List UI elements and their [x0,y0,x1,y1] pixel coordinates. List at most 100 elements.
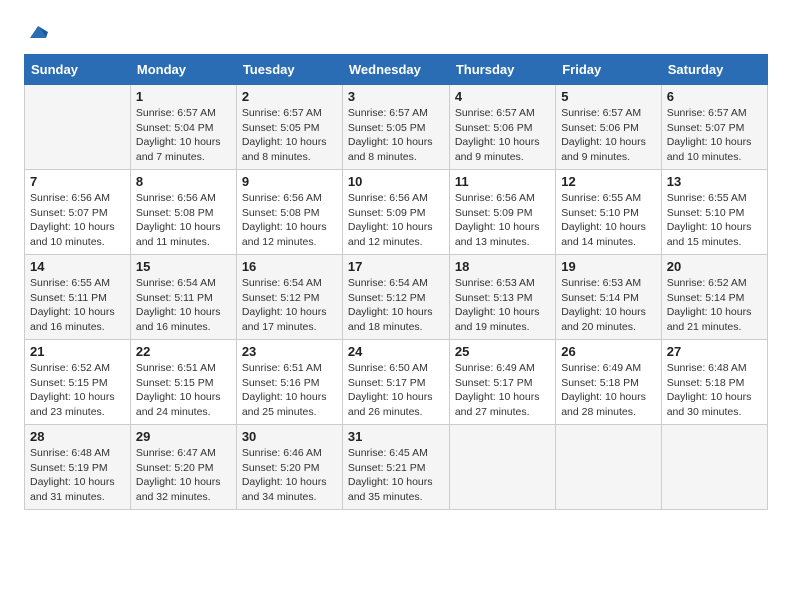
day-cell: 29 Sunrise: 6:47 AM Sunset: 5:20 PM Dayli… [130,425,236,510]
day-info: Sunrise: 6:54 AM Sunset: 5:12 PM Dayligh… [242,276,337,335]
day-cell: 28 Sunrise: 6:48 AM Sunset: 5:19 PM Dayli… [25,425,131,510]
day-number: 2 [242,89,337,104]
day-cell: 1 Sunrise: 6:57 AM Sunset: 5:04 PM Daylig… [130,85,236,170]
page-container: Sunday Monday Tuesday Wednesday Thursday… [24,20,768,510]
day-cell: 18 Sunrise: 6:53 AM Sunset: 5:13 PM Dayli… [449,255,555,340]
day-cell: 2 Sunrise: 6:57 AM Sunset: 5:05 PM Daylig… [236,85,342,170]
day-info: Sunrise: 6:56 AM Sunset: 5:08 PM Dayligh… [242,191,337,250]
day-cell: 9 Sunrise: 6:56 AM Sunset: 5:08 PM Daylig… [236,170,342,255]
day-info: Sunrise: 6:56 AM Sunset: 5:09 PM Dayligh… [348,191,444,250]
day-cell: 25Sunrise: 6:49 AM Sunset: 5:17 PM Dayli… [449,340,555,425]
day-cell: 20 Sunrise: 6:52 AM Sunset: 5:14 PM Dayli… [661,255,767,340]
day-number: 7 [30,174,125,189]
week-row-3: 14Sunrise: 6:55 AM Sunset: 5:11 PM Dayli… [25,255,768,340]
day-cell: 17 Sunrise: 6:54 AM Sunset: 5:12 PM Dayli… [342,255,449,340]
day-number: 25 [455,344,550,359]
day-cell: 26 Sunrise: 6:49 AM Sunset: 5:18 PM Dayli… [556,340,662,425]
day-cell: 22 Sunrise: 6:51 AM Sunset: 5:15 PM Dayli… [130,340,236,425]
day-cell [449,425,555,510]
calendar-table: Sunday Monday Tuesday Wednesday Thursday… [24,54,768,510]
day-number: 9 [242,174,337,189]
day-cell [661,425,767,510]
day-info: Sunrise: 6:53 AM Sunset: 5:13 PM Dayligh… [455,276,550,335]
day-number: 22 [136,344,231,359]
day-info: Sunrise: 6:48 AM Sunset: 5:19 PM Dayligh… [30,446,125,505]
day-cell: 30 Sunrise: 6:46 AM Sunset: 5:20 PM Dayli… [236,425,342,510]
logo-text [24,20,50,44]
day-number: 28 [30,429,125,444]
day-info: Sunrise: 6:47 AM Sunset: 5:20 PM Dayligh… [136,446,231,505]
col-friday: Friday [556,55,662,85]
day-info: Sunrise: 6:56 AM Sunset: 5:07 PM Dayligh… [30,191,125,250]
day-number: 29 [136,429,231,444]
day-info: Sunrise: 6:55 AM Sunset: 5:11 PM Dayligh… [30,276,125,335]
day-cell: 15Sunrise: 6:54 AM Sunset: 5:11 PM Dayli… [130,255,236,340]
day-cell: 3 Sunrise: 6:57 AM Sunset: 5:05 PM Daylig… [342,85,449,170]
day-info: Sunrise: 6:46 AM Sunset: 5:20 PM Dayligh… [242,446,337,505]
day-info: Sunrise: 6:55 AM Sunset: 5:10 PM Dayligh… [667,191,762,250]
day-info: Sunrise: 6:48 AM Sunset: 5:18 PM Dayligh… [667,361,762,420]
day-cell [556,425,662,510]
day-number: 3 [348,89,444,104]
day-info: Sunrise: 6:49 AM Sunset: 5:18 PM Dayligh… [561,361,656,420]
day-info: Sunrise: 6:57 AM Sunset: 5:05 PM Dayligh… [242,106,337,165]
day-info: Sunrise: 6:56 AM Sunset: 5:08 PM Dayligh… [136,191,231,250]
day-number: 30 [242,429,337,444]
day-number: 18 [455,259,550,274]
day-info: Sunrise: 6:56 AM Sunset: 5:09 PM Dayligh… [455,191,550,250]
day-number: 24 [348,344,444,359]
day-cell: 16 Sunrise: 6:54 AM Sunset: 5:12 PM Dayli… [236,255,342,340]
day-info: Sunrise: 6:53 AM Sunset: 5:14 PM Dayligh… [561,276,656,335]
logo [24,20,50,44]
day-cell: 10 Sunrise: 6:56 AM Sunset: 5:09 PM Dayli… [342,170,449,255]
day-cell: 4 Sunrise: 6:57 AM Sunset: 5:06 PM Daylig… [449,85,555,170]
day-cell: 12 Sunrise: 6:55 AM Sunset: 5:10 PM Dayli… [556,170,662,255]
day-info: Sunrise: 6:57 AM Sunset: 5:06 PM Dayligh… [561,106,656,165]
day-number: 15 [136,259,231,274]
day-number: 1 [136,89,231,104]
day-cell: 14Sunrise: 6:55 AM Sunset: 5:11 PM Dayli… [25,255,131,340]
day-cell [25,85,131,170]
day-number: 19 [561,259,656,274]
day-cell: 31 Sunrise: 6:45 AM Sunset: 5:21 PM Dayli… [342,425,449,510]
day-info: Sunrise: 6:45 AM Sunset: 5:21 PM Dayligh… [348,446,444,505]
week-row-2: 7 Sunrise: 6:56 AM Sunset: 5:07 PM Daylig… [25,170,768,255]
day-cell: 13Sunrise: 6:55 AM Sunset: 5:10 PM Dayli… [661,170,767,255]
day-number: 16 [242,259,337,274]
day-number: 11 [455,174,550,189]
day-number: 20 [667,259,762,274]
day-info: Sunrise: 6:50 AM Sunset: 5:17 PM Dayligh… [348,361,444,420]
day-info: Sunrise: 6:57 AM Sunset: 5:05 PM Dayligh… [348,106,444,165]
day-number: 21 [30,344,125,359]
day-number: 4 [455,89,550,104]
day-cell: 27Sunrise: 6:48 AM Sunset: 5:18 PM Dayli… [661,340,767,425]
day-number: 17 [348,259,444,274]
day-cell: 19 Sunrise: 6:53 AM Sunset: 5:14 PM Dayli… [556,255,662,340]
col-sunday: Sunday [25,55,131,85]
day-cell: 8 Sunrise: 6:56 AM Sunset: 5:08 PM Daylig… [130,170,236,255]
day-cell: 23Sunrise: 6:51 AM Sunset: 5:16 PM Dayli… [236,340,342,425]
day-number: 6 [667,89,762,104]
day-number: 31 [348,429,444,444]
day-cell: 11 Sunrise: 6:56 AM Sunset: 5:09 PM Dayli… [449,170,555,255]
col-tuesday: Tuesday [236,55,342,85]
col-thursday: Thursday [449,55,555,85]
week-row-4: 21 Sunrise: 6:52 AM Sunset: 5:15 PM Dayli… [25,340,768,425]
day-info: Sunrise: 6:51 AM Sunset: 5:15 PM Dayligh… [136,361,231,420]
logo-icon [26,20,50,44]
day-info: Sunrise: 6:52 AM Sunset: 5:15 PM Dayligh… [30,361,125,420]
day-number: 26 [561,344,656,359]
day-number: 12 [561,174,656,189]
day-info: Sunrise: 6:52 AM Sunset: 5:14 PM Dayligh… [667,276,762,335]
day-cell: 24 Sunrise: 6:50 AM Sunset: 5:17 PM Dayli… [342,340,449,425]
day-cell: 21 Sunrise: 6:52 AM Sunset: 5:15 PM Dayli… [25,340,131,425]
day-info: Sunrise: 6:57 AM Sunset: 5:04 PM Dayligh… [136,106,231,165]
day-info: Sunrise: 6:51 AM Sunset: 5:16 PM Dayligh… [242,361,337,420]
day-info: Sunrise: 6:54 AM Sunset: 5:12 PM Dayligh… [348,276,444,335]
day-info: Sunrise: 6:57 AM Sunset: 5:06 PM Dayligh… [455,106,550,165]
day-info: Sunrise: 6:55 AM Sunset: 5:10 PM Dayligh… [561,191,656,250]
header-row: Sunday Monday Tuesday Wednesday Thursday… [25,55,768,85]
day-number: 8 [136,174,231,189]
week-row-1: 1 Sunrise: 6:57 AM Sunset: 5:04 PM Daylig… [25,85,768,170]
day-number: 10 [348,174,444,189]
